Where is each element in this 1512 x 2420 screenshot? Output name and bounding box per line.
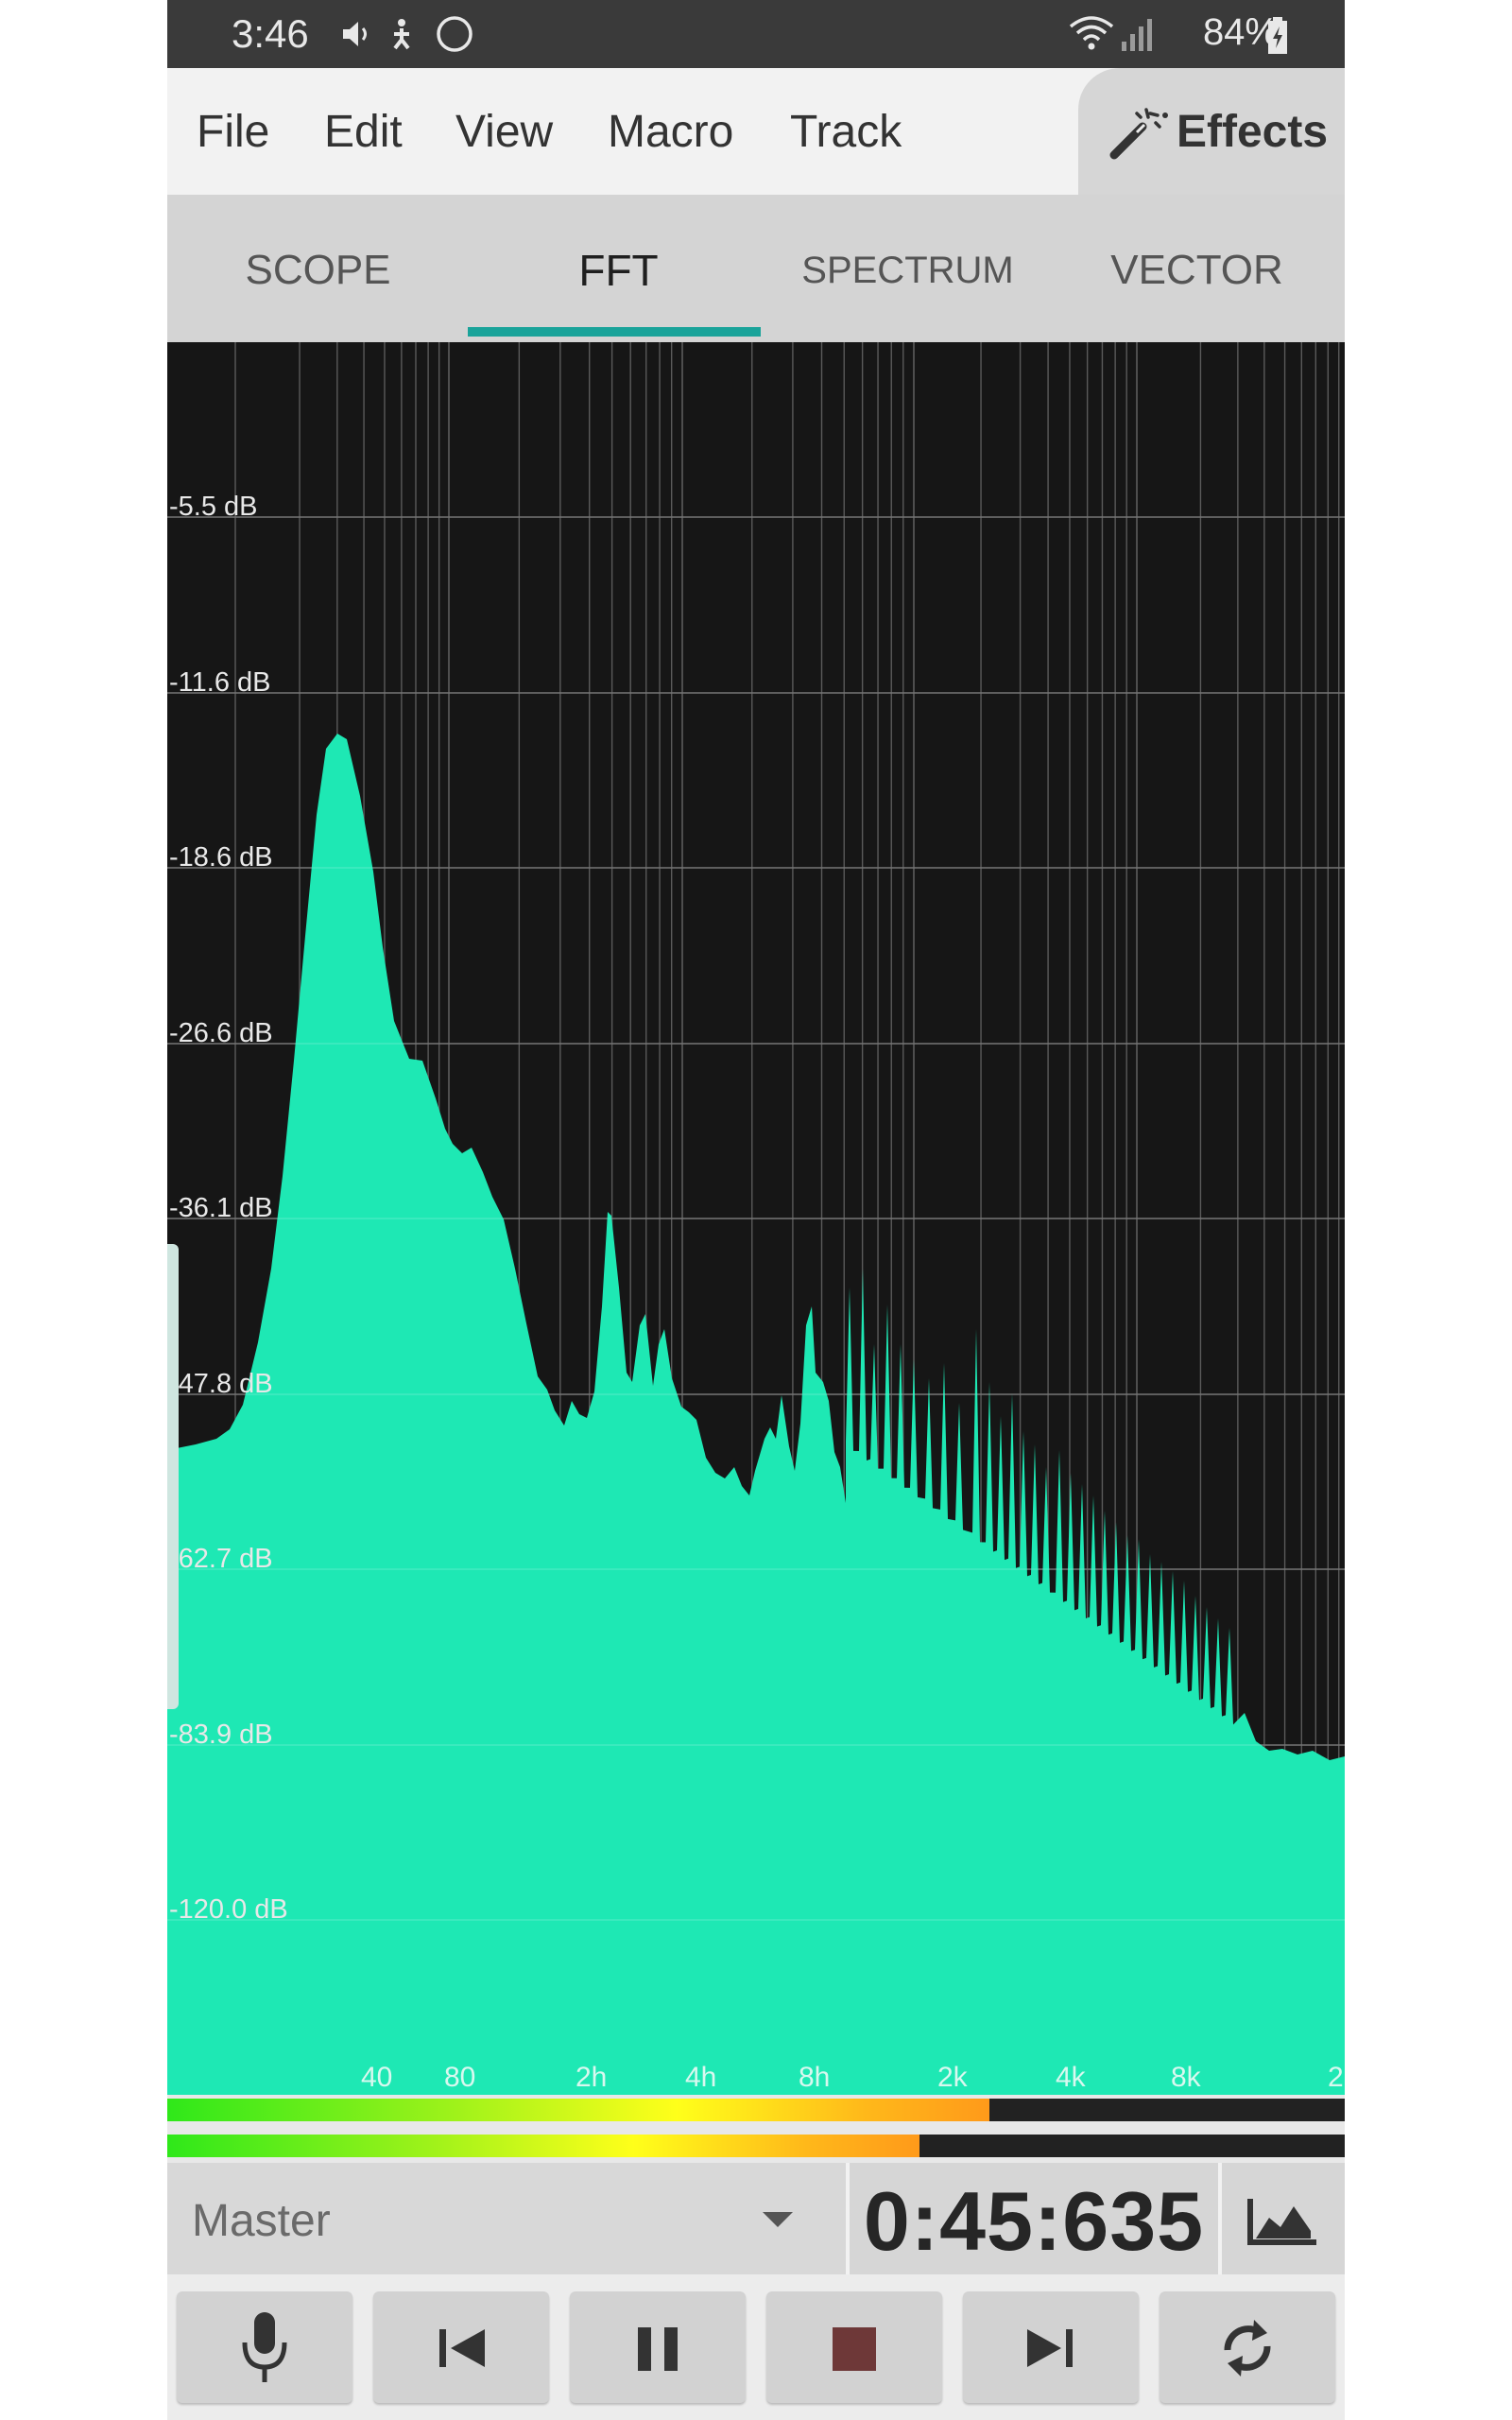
- accessibility-icon: [383, 13, 421, 55]
- app-window: 3:46 84% File Edit View Macro Track Effe…: [167, 0, 1345, 2420]
- db-axis-label: -26.6 dB: [169, 1018, 273, 1048]
- frequency-axis-label: 2k: [937, 2062, 969, 2093]
- track-select[interactable]: Master: [167, 2163, 850, 2274]
- view-tabs: SCOPE FFT SPECTRUM VECTOR: [167, 195, 1345, 344]
- side-drawer-handle[interactable]: [167, 1244, 179, 1709]
- frequency-axis-label: 80: [444, 2062, 475, 2093]
- db-axis-label: -36.1 dB: [169, 1193, 273, 1223]
- level-meters: [167, 2095, 1345, 2163]
- info-bar: Master 0:45:635: [167, 2163, 1345, 2274]
- time-display: 0:45:635: [863, 2174, 1205, 2268]
- frequency-axis-label: 8k: [1171, 2062, 1202, 2093]
- tab-vector[interactable]: VECTOR: [1050, 195, 1344, 342]
- skip-back-button[interactable]: [373, 2291, 549, 2403]
- meter-right: [167, 2135, 1345, 2157]
- meter-left: [167, 2099, 1345, 2121]
- active-tab-indicator: [468, 327, 761, 337]
- frequency-axis-label: 40: [361, 2062, 392, 2093]
- record-button[interactable]: [177, 2291, 352, 2403]
- battery-icon: [1267, 15, 1288, 57]
- frequency-axis-label: 4k: [1056, 2062, 1087, 2093]
- tab-fft[interactable]: FFT: [472, 195, 765, 342]
- effects-label: Effects: [1177, 107, 1329, 157]
- transport-bar: [167, 2274, 1345, 2420]
- volume-icon: [337, 13, 375, 55]
- menu-edit[interactable]: Edit: [324, 106, 403, 158]
- db-axis-label: -62.7 dB: [169, 1544, 273, 1574]
- frequency-axis-label: 2h: [576, 2062, 607, 2093]
- skip-back-icon: [439, 2329, 485, 2367]
- fft-graph: -5.5 dB -11.6 dB -18.6 dB -26.6 dB -36.1 dB -…: [167, 342, 1345, 2095]
- skip-forward-icon: [1027, 2329, 1073, 2367]
- signal-icon: [1120, 13, 1158, 55]
- status-time: 3:46: [232, 11, 309, 56]
- menu-view[interactable]: View: [455, 106, 553, 158]
- status-bar: 3:46 84%: [167, 0, 1345, 68]
- loop-button[interactable]: [1160, 2291, 1335, 2403]
- db-axis-label: -47.8 dB: [169, 1369, 273, 1399]
- meter-left-fill: [167, 2099, 989, 2121]
- db-axis-label: -83.9 dB: [169, 1720, 273, 1750]
- frequency-axis-label: 8h: [799, 2062, 830, 2093]
- fft-spectrum-fill: [167, 734, 1345, 2095]
- menu-track[interactable]: Track: [790, 106, 902, 158]
- menu-macro[interactable]: Macro: [608, 106, 733, 158]
- area-chart-icon: [1247, 2199, 1316, 2245]
- effects-button[interactable]: Effects: [1078, 68, 1345, 195]
- menu-file[interactable]: File: [197, 106, 269, 158]
- magic-wand-icon: [1108, 104, 1175, 165]
- microphone-icon: [242, 2312, 287, 2382]
- stop-button[interactable]: [766, 2291, 942, 2403]
- db-axis-label: -18.6 dB: [169, 842, 273, 873]
- frequency-axis-label: 2: [1328, 2062, 1344, 2093]
- pause-button[interactable]: [570, 2291, 746, 2403]
- fft-plot[interactable]: -5.5 dB -11.6 dB -18.6 dB -26.6 dB -36.1 dB -…: [167, 342, 1345, 2095]
- meter-right-fill: [167, 2135, 920, 2157]
- stop-icon: [833, 2327, 876, 2371]
- pause-icon: [638, 2327, 678, 2371]
- track-select-value: Master: [192, 2196, 331, 2246]
- graph-toggle-button[interactable]: [1218, 2163, 1345, 2274]
- sync-icon: [434, 13, 475, 55]
- tab-scope[interactable]: SCOPE: [171, 195, 465, 342]
- dropdown-caret-icon: [763, 2212, 793, 2227]
- skip-forward-button[interactable]: [963, 2291, 1139, 2403]
- tab-spectrum[interactable]: SPECTRUM: [761, 195, 1055, 342]
- wifi-icon: [1067, 13, 1116, 55]
- db-axis-label: -11.6 dB: [169, 667, 270, 698]
- db-axis-label: -120.0 dB: [169, 1894, 288, 1925]
- db-axis-label: -5.5 dB: [169, 492, 258, 522]
- frequency-axis-label: 4h: [685, 2062, 716, 2093]
- loop-icon: [1224, 2320, 1271, 2377]
